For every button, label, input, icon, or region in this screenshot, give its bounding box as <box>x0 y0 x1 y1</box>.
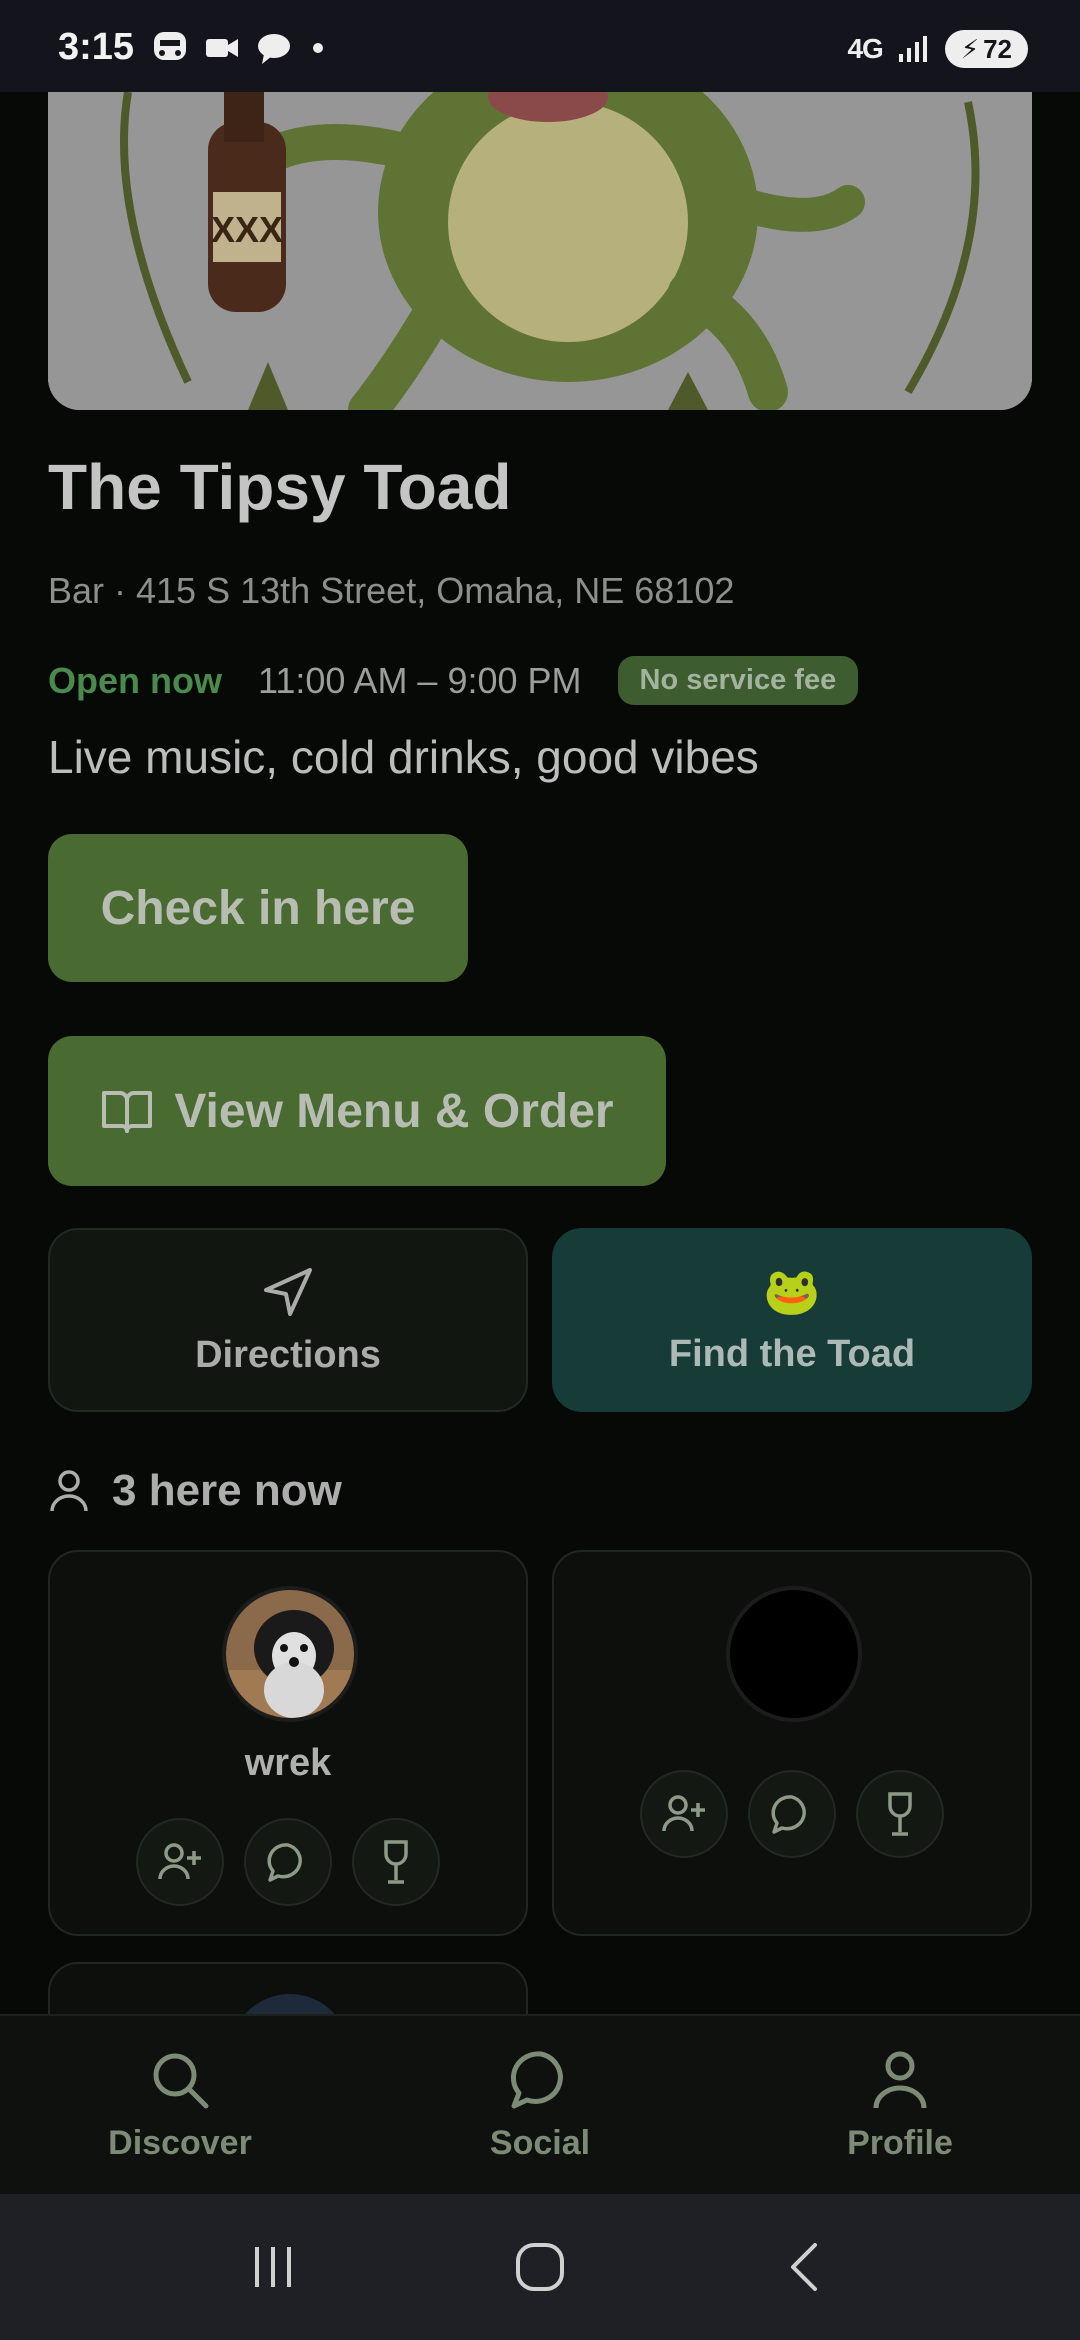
check-in-label: Check in here <box>100 881 416 935</box>
user-actions <box>554 1770 1030 1858</box>
add-friend-button[interactable] <box>640 1770 728 1858</box>
chat-bubble-icon <box>267 1843 302 1882</box>
directions-button[interactable]: Directions <box>48 1228 528 1412</box>
venue-title: The Tipsy Toad <box>48 451 512 523</box>
here-now-count: 3 here now <box>112 1466 342 1515</box>
message-button[interactable] <box>748 1770 836 1858</box>
opening-hours: 11:00 AM – 9:00 PM <box>258 659 582 701</box>
nav-discover[interactable]: Discover <box>0 2016 360 2194</box>
book-icon <box>102 1091 153 1133</box>
user-plus-icon <box>158 1843 201 1880</box>
nav-social[interactable]: Social <box>360 2016 720 2194</box>
navigation-arrow-icon <box>264 1267 312 1316</box>
nav-social-label: Social <box>489 2124 591 2162</box>
view-menu-label: View Menu & Order <box>174 1084 614 1138</box>
wine-glass-icon <box>384 1840 408 1884</box>
message-button[interactable] <box>244 1818 332 1906</box>
back-icon[interactable] <box>777 2237 837 2297</box>
dot-icon <box>313 43 323 53</box>
nav-profile[interactable]: Profile <box>720 2016 1080 2194</box>
chat-bubble-icon <box>771 1795 806 1834</box>
battery-level: 72 <box>983 33 1012 64</box>
find-the-toad-label: Find the Toad <box>668 1333 916 1375</box>
service-fee-badge: No service fee <box>617 656 859 705</box>
buy-drink-button[interactable] <box>856 1770 944 1858</box>
signal-icon <box>898 36 927 62</box>
toad-illustration: XXX <box>48 92 1032 410</box>
chat-notification-icon <box>258 34 290 64</box>
bus-icon <box>154 32 186 60</box>
wine-glass-icon <box>888 1792 912 1836</box>
open-status: Open now <box>48 659 222 701</box>
system-icons: 4G ⚡ 72 <box>847 30 1028 68</box>
notification-icons <box>150 30 328 66</box>
venue-hero-image: XXX <box>48 92 1032 410</box>
bottle-label: XXX <box>211 209 283 250</box>
person-icon <box>873 2051 927 2109</box>
avatar[interactable] <box>726 1586 862 1722</box>
user-plus-icon <box>662 1795 705 1832</box>
user-card[interactable]: wrek <box>48 1550 528 1936</box>
bottom-nav: Discover Social Profile <box>0 2014 1080 2194</box>
dog-photo <box>226 1590 354 1718</box>
user-actions <box>50 1818 526 1906</box>
avatar[interactable] <box>222 1586 358 1722</box>
frog-icon: 🐸 <box>763 1265 821 1317</box>
home-icon[interactable] <box>510 2237 570 2297</box>
add-friend-button[interactable] <box>136 1818 224 1906</box>
check-in-button[interactable]: Check in here <box>48 834 468 982</box>
venue-subtitle: Bar · 415 S 13th Street, Omaha, NE 68102 <box>48 570 735 611</box>
hours-row: Open now 11:00 AM – 9:00 PM No service f… <box>48 656 859 705</box>
status-bar: 3:15 4G ⚡ 72 <box>0 0 1080 92</box>
view-menu-button[interactable]: View Menu & Order <box>48 1036 666 1186</box>
find-the-toad-button[interactable]: 🐸 Find the Toad <box>552 1228 1032 1412</box>
charging-icon: ⚡ <box>960 33 980 64</box>
system-nav-bar <box>0 2194 1080 2340</box>
nav-profile-label: Profile <box>847 2124 953 2162</box>
battery-indicator: ⚡ 72 <box>944 30 1028 68</box>
search-icon <box>153 2053 209 2109</box>
status-time: 3:15 <box>58 26 135 68</box>
recent-apps-icon[interactable] <box>243 2237 303 2297</box>
buy-drink-button[interactable] <box>352 1818 440 1906</box>
chat-bubble-icon <box>510 2051 563 2109</box>
network-label: 4G <box>847 33 883 64</box>
directions-label: Directions <box>195 1333 381 1376</box>
here-now-header: 3 here now <box>48 1466 342 1516</box>
venue-tagline: Live music, cold drinks, good vibes <box>48 731 759 783</box>
user-name: wrek <box>244 1742 332 1784</box>
person-icon <box>50 1470 88 1512</box>
video-icon <box>206 39 238 57</box>
user-card[interactable] <box>552 1550 1032 1936</box>
nav-discover-label: Discover <box>108 2124 252 2162</box>
